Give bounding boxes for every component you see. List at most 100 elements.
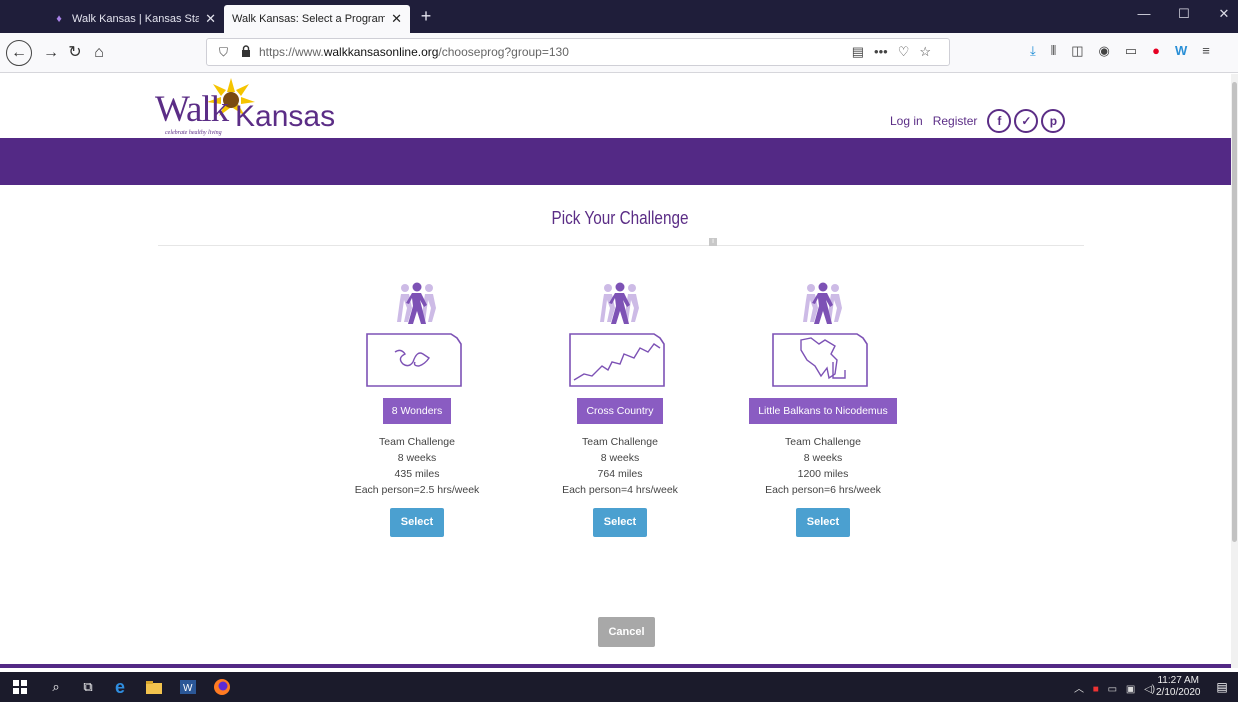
lock-icon[interactable] — [241, 45, 251, 57]
notifications-icon[interactable]: ▤ — [1212, 677, 1232, 697]
windows-start-icon[interactable] — [10, 677, 30, 697]
tracking-shield-icon[interactable]: ⛉ — [219, 45, 228, 60]
pinterest-icon[interactable]: p — [1041, 109, 1066, 133]
web-page: Walk Kansas celebrate healthy living Log… — [0, 74, 1231, 668]
taskbar-clock[interactable]: 11:27 AM 2/10/2020 — [1156, 675, 1201, 699]
challenge-per-person: Each person=4 hrs/week — [562, 484, 678, 496]
w-extension-icon[interactable]: W — [1175, 43, 1187, 59]
sidebar-icon[interactable]: ◫ — [1071, 43, 1083, 59]
select-button[interactable]: Select — [796, 508, 850, 537]
close-tab-icon[interactable]: ✕ — [205, 11, 216, 27]
browser-tab-walk-kansas-ksu[interactable]: ♦ Walk Kansas | Kansas State Uni ✕ — [44, 5, 224, 33]
close-window-icon[interactable]: ✕ — [1212, 6, 1236, 22]
kansas-route-map-icon — [366, 333, 462, 387]
challenge-duration: 8 weeks — [397, 452, 437, 464]
challenge-per-person: Each person=2.5 hrs/week — [354, 484, 480, 496]
challenge-type: Team Challenge — [785, 436, 861, 448]
volume-icon[interactable]: ◁) — [1144, 684, 1155, 695]
tray-chevron-icon[interactable]: ︿ — [1074, 684, 1084, 695]
twitter-icon[interactable]: ✓ — [1014, 109, 1039, 133]
page-scrollbar[interactable] — [1231, 74, 1238, 668]
page-actions-icon[interactable]: ••• — [874, 44, 888, 60]
gift-icon[interactable]: ■ — [1093, 684, 1099, 695]
select-button[interactable]: Select — [390, 508, 444, 537]
challenge-name-label: 8 Wonders — [382, 398, 452, 424]
file-explorer-icon[interactable] — [144, 677, 164, 697]
select-button[interactable]: Select — [593, 508, 647, 537]
url-text: https://www.walkkansasonline.org/choosep… — [259, 45, 569, 59]
monitor-icon[interactable]: ▣ — [1126, 684, 1135, 695]
minimize-icon[interactable]: — — [1132, 6, 1156, 21]
walkers-icon — [600, 282, 639, 324]
notes-icon[interactable]: ▭ — [1125, 43, 1137, 59]
walker-favicon-icon: ♦ — [56, 13, 62, 25]
logo-tagline: celebrate healthy living — [165, 130, 222, 136]
account-icon[interactable]: ◉ — [1099, 43, 1110, 59]
library-icon[interactable]: ⫴ — [1051, 43, 1056, 59]
browser-nav-bar: ← → ↻ ⌂ ⛉ https://www.walkkansasonline.o… — [0, 33, 1238, 73]
top-nav: Log in Register f ✓ p — [890, 109, 1068, 133]
windows-taskbar: ⌕ ⧉ e W ︿ ■ ▭ ▣ ◁) 11:27 AM 2/10/2020 ▤ — [0, 672, 1238, 702]
challenge-duration: 8 weeks — [600, 452, 640, 464]
firefox-icon[interactable] — [212, 677, 232, 697]
challenge-duration: 8 weeks — [803, 452, 843, 464]
word-icon[interactable]: W — [178, 677, 198, 697]
kansas-route-map-icon — [772, 333, 868, 387]
footer-band — [0, 664, 1231, 668]
walkers-icon — [803, 282, 842, 324]
forward-icon[interactable]: → — [38, 40, 64, 66]
system-tray[interactable]: ︿ ■ ▭ ▣ ◁) — [1074, 680, 1155, 695]
maximize-icon[interactable]: ☐ — [1172, 6, 1196, 22]
reader-view-icon[interactable]: ▤ — [852, 44, 864, 60]
browser-tab-select-program[interactable]: Walk Kansas: Select a Program ✕ — [224, 5, 410, 33]
address-bar[interactable]: ⛉ https://www.walkkansasonline.org/choos… — [206, 38, 950, 66]
info-icon[interactable]: i — [709, 238, 717, 246]
challenge-per-person: Each person=6 hrs/week — [765, 484, 881, 496]
challenge-type: Team Challenge — [379, 436, 455, 448]
logo-walk-text: Walk — [155, 89, 229, 130]
toolbar-icons: ⤓ ⫴ ◫ ◉ ▭ ● W ≡ — [1030, 43, 1210, 59]
challenge-distance: 1200 miles — [797, 468, 849, 480]
tab-title: Walk Kansas: Select a Program — [232, 13, 386, 25]
challenge-name-label: Little Balkans to Nicodemus — [749, 398, 897, 424]
network-icon[interactable]: ▭ — [1108, 684, 1117, 695]
challenge-distance: 764 miles — [597, 468, 643, 480]
challenge-type: Team Challenge — [582, 436, 658, 448]
cancel-button[interactable]: Cancel — [598, 617, 655, 647]
home-icon[interactable]: ⌂ — [86, 40, 112, 66]
kansas-route-map-icon — [569, 333, 665, 387]
facebook-icon[interactable]: f — [987, 109, 1012, 133]
search-icon[interactable]: ⌕ — [46, 677, 66, 697]
download-icon[interactable]: ⤓ — [1030, 43, 1036, 59]
challenge-details: Team Challenge 8 weeks 435 miles Each pe… — [317, 434, 517, 498]
back-icon[interactable]: ← — [6, 40, 32, 66]
pinterest-extension-icon[interactable]: ● — [1152, 43, 1160, 59]
bookmark-star-icon[interactable]: ☆ — [919, 44, 931, 60]
challenge-details: Team Challenge 8 weeks 764 miles Each pe… — [520, 434, 720, 498]
site-header: Walk Kansas celebrate healthy living Log… — [0, 74, 1231, 138]
walk-kansas-logo[interactable]: Walk Kansas celebrate healthy living — [155, 76, 355, 136]
challenge-card: Cross Country Team Challenge 8 weeks 764… — [520, 282, 720, 537]
register-link[interactable]: Register — [933, 114, 978, 128]
login-link[interactable]: Log in — [890, 114, 923, 128]
svg-text:W: W — [183, 683, 193, 694]
clock-time: 11:27 AM — [1157, 675, 1199, 686]
menu-icon[interactable]: ≡ — [1202, 43, 1210, 59]
challenge-details: Team Challenge 8 weeks 1200 miles Each p… — [723, 434, 923, 498]
pocket-icon[interactable]: ♡ — [898, 44, 910, 60]
scrollbar-thumb[interactable] — [1232, 82, 1237, 542]
task-view-icon[interactable]: ⧉ — [78, 677, 98, 697]
challenge-card: Little Balkans to Nicodemus Team Challen… — [723, 282, 923, 537]
reload-icon[interactable]: ↻ — [62, 40, 88, 66]
new-tab-icon[interactable]: + — [414, 5, 438, 29]
close-tab-icon[interactable]: ✕ — [391, 11, 402, 27]
heading-divider — [158, 245, 1084, 246]
logo-kansas-text: Kansas — [235, 100, 336, 133]
challenge-distance: 435 miles — [394, 468, 440, 480]
edge-icon[interactable]: e — [110, 677, 130, 697]
challenge-card: 8 Wonders Team Challenge 8 weeks 435 mil… — [317, 282, 517, 537]
tab-title: Walk Kansas | Kansas State Uni — [72, 13, 200, 25]
purple-banner — [0, 138, 1231, 185]
walkers-icon — [397, 282, 436, 324]
clock-date: 2/10/2020 — [1156, 687, 1201, 698]
